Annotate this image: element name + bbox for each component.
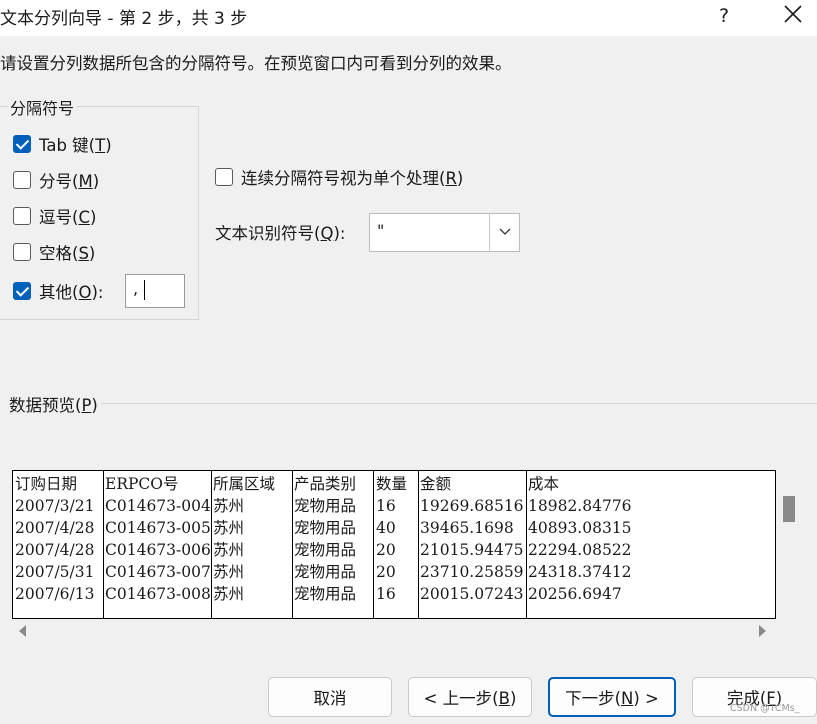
preview-label: 数据预览(P) (8, 392, 99, 416)
table-cell: 20015.07243 (420, 585, 524, 603)
table-cell: 2007/4/28 (15, 519, 95, 537)
space-checkbox-box[interactable] (13, 243, 31, 261)
table-cell: 21015.94475 (420, 541, 524, 559)
preview-column: 订购日期 2007/3/21 2007/4/28 2007/4/28 2007/… (13, 471, 103, 618)
table-cell: 苏州 (213, 519, 245, 537)
semicolon-checkbox[interactable]: 分号(M) (13, 168, 99, 192)
help-button[interactable]: ? (712, 2, 736, 30)
table-cell: 20256.6947 (528, 585, 622, 603)
window-title: 文本分列向导 - 第 2 步，共 3 步 (0, 9, 248, 29)
table-cell: 24318.37412 (528, 563, 632, 581)
table-cell: 宠物用品 (294, 519, 357, 537)
back-button[interactable]: < 上一步(B) (408, 677, 532, 717)
table-cell: 40893.08315 (528, 519, 632, 537)
other-delimiter-value: , (133, 279, 139, 298)
vertical-scrollbar-thumb[interactable] (783, 496, 795, 522)
table-cell: 2007/6/13 (15, 585, 95, 603)
preview-column: ERPCO号 C014673-004 C014673-005 C014673-0… (103, 471, 212, 618)
table-cell: 20 (376, 541, 396, 559)
table-cell: 苏州 (213, 563, 245, 581)
preview-column: 金额 19269.68516 39465.1698 21015.94475 23… (418, 471, 527, 618)
column-header: 成本 (528, 475, 560, 493)
close-icon (784, 5, 802, 23)
text-qualifier-value: " (377, 221, 385, 240)
column-header: 金额 (420, 475, 452, 493)
table-cell: 18982.84776 (528, 497, 632, 515)
space-checkbox-label: 空格(S) (39, 244, 96, 263)
space-checkbox[interactable]: 空格(S) (13, 240, 95, 264)
cancel-button-label: 取消 (313, 689, 347, 708)
table-cell: 23710.25859 (420, 563, 524, 581)
text-qualifier-label: 文本识别符号(Q): (215, 224, 346, 243)
dropdown-button[interactable] (489, 214, 519, 251)
table-cell: C014673-005 (105, 519, 211, 537)
tab-checkbox[interactable]: Tab 键(T) (13, 132, 112, 156)
scroll-right-icon[interactable] (757, 624, 767, 638)
table-cell: C014673-007 (105, 563, 211, 581)
preview-column: 产品类别 宠物用品 宠物用品 宠物用品 宠物用品 宠物用品 (292, 471, 374, 618)
preview-table[interactable]: 订购日期 2007/3/21 2007/4/28 2007/4/28 2007/… (12, 470, 776, 619)
back-button-label: < 上一步(B) (423, 689, 517, 708)
table-cell: 苏州 (213, 585, 245, 603)
table-cell: 宠物用品 (294, 541, 357, 559)
consecutive-checkbox-box[interactable] (215, 168, 233, 186)
table-cell: 40 (376, 519, 396, 537)
chevron-down-icon (499, 228, 510, 235)
tab-checkbox-label: Tab 键(T) (39, 136, 112, 155)
table-cell: 宠物用品 (294, 563, 357, 581)
table-cell: 苏州 (213, 497, 245, 515)
tab-checkbox-box[interactable] (13, 135, 31, 153)
table-cell: C014673-004 (105, 497, 211, 515)
delimiters-group-label: 分隔符号 (8, 95, 77, 119)
other-delimiter-input[interactable]: , (125, 274, 185, 308)
other-checkbox-label: 其他(O): (39, 283, 104, 302)
column-header: 所属区域 (213, 475, 276, 493)
table-cell: 苏州 (213, 541, 245, 559)
semicolon-checkbox-box[interactable] (13, 171, 31, 189)
close-button[interactable] (774, 1, 812, 31)
consecutive-checkbox[interactable]: 连续分隔符号视为单个处理(R) (215, 165, 463, 189)
table-cell: 2007/5/31 (15, 563, 95, 581)
table-cell: 39465.1698 (420, 519, 514, 537)
table-cell: 2007/3/21 (15, 497, 95, 515)
preview-column: 所属区域 苏州 苏州 苏州 苏州 苏州 (211, 471, 293, 618)
next-button[interactable]: 下一步(N) > (548, 677, 676, 717)
column-header: ERPCO号 (105, 475, 179, 493)
preview-column: 数量 16 40 20 20 16 (373, 471, 419, 618)
comma-checkbox-label: 逗号(C) (39, 208, 97, 227)
instruction-text: 请设置分列数据所包含的分隔符号。在预览窗口内可看到分列的效果。 (0, 54, 512, 73)
text-caret (144, 279, 146, 300)
table-cell: 19269.68516 (420, 497, 524, 515)
cancel-button[interactable]: 取消 (268, 677, 392, 717)
column-header: 订购日期 (15, 475, 78, 493)
table-cell: 宠物用品 (294, 497, 357, 515)
other-checkbox-box[interactable] (13, 282, 31, 300)
title-bar: 文本分列向导 - 第 2 步，共 3 步 ? (0, 0, 817, 36)
table-cell: C014673-006 (105, 541, 211, 559)
comma-checkbox-box[interactable] (13, 207, 31, 225)
table-cell: 16 (376, 585, 396, 603)
column-header: 产品类别 (294, 475, 357, 493)
table-cell: 22294.08522 (528, 541, 632, 559)
other-checkbox[interactable]: 其他(O): (13, 279, 103, 303)
next-button-label: 下一步(N) > (565, 689, 659, 708)
consecutive-checkbox-label: 连续分隔符号视为单个处理(R) (241, 169, 464, 188)
watermark-text: CSDN @TCMs_ (730, 703, 800, 714)
preview-column: 成本 18982.84776 40893.08315 22294.08522 2… (526, 471, 775, 618)
scroll-left-icon[interactable] (18, 624, 28, 638)
text-qualifier-select[interactable]: " (369, 213, 520, 252)
table-cell: 16 (376, 497, 396, 515)
table-cell: 宠物用品 (294, 585, 357, 603)
semicolon-checkbox-label: 分号(M) (39, 172, 100, 191)
comma-checkbox[interactable]: 逗号(C) (13, 204, 96, 228)
table-cell: 20 (376, 563, 396, 581)
table-cell: 2007/4/28 (15, 541, 95, 559)
table-cell: C014673-008 (105, 585, 211, 603)
column-header: 数量 (376, 475, 408, 493)
preview-divider (102, 403, 817, 404)
